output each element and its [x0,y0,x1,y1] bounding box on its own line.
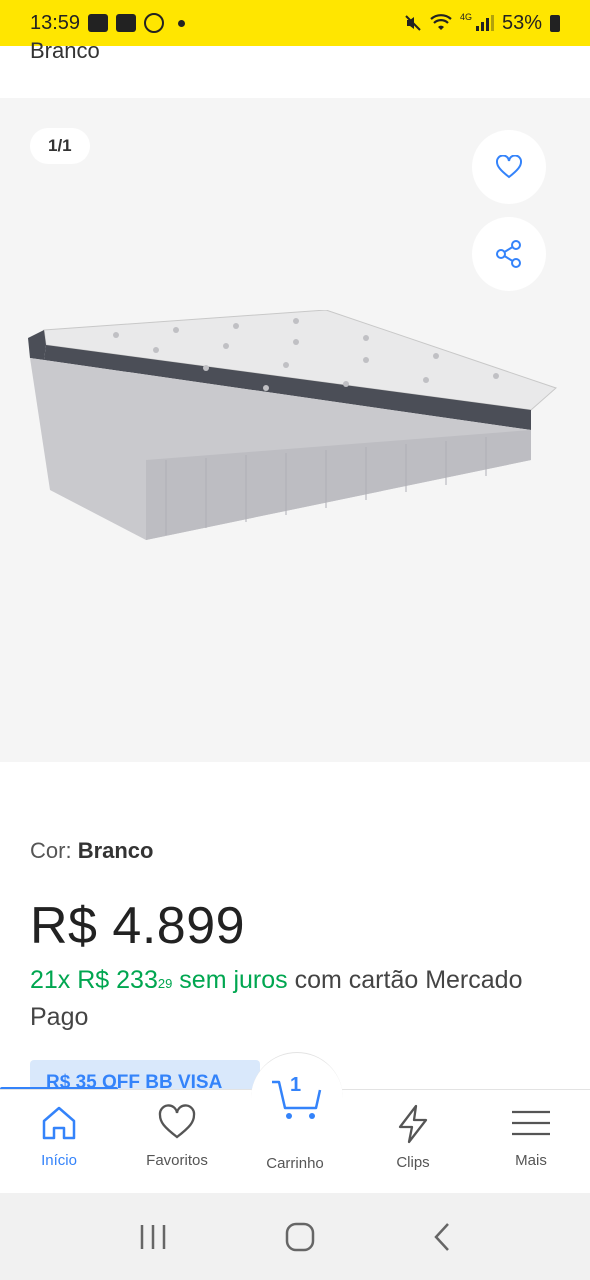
product-price: R$ 4.899 [30,897,246,955]
nav-label: Mais [515,1152,547,1169]
installment-no-interest: sem juros [172,966,288,994]
menu-icon [512,1110,550,1136]
nav-label: Início [41,1152,77,1169]
cart-count-badge: 1 [290,1074,302,1096]
heart-icon [158,1104,196,1139]
color-label: Cor: [30,838,72,863]
whatsapp-notification-icon [144,13,165,33]
signal-icon [475,15,494,31]
network-type: 4G [459,12,472,22]
nav-inicio[interactable]: Início [0,1090,118,1193]
nav-favoritos[interactable]: Favoritos [118,1090,236,1193]
product-gallery[interactable]: 1/1 [0,98,590,762]
system-nav-bar [0,1193,590,1280]
installment-amount: 21x R$ 23329 sem juros [30,966,288,994]
installments-text: 21x R$ 23329 sem juros com cartão Mercad… [30,962,550,1036]
nav-label: Favoritos [146,1152,208,1169]
nav-mais[interactable]: Mais [472,1090,590,1193]
product-title-fragment: Branco [30,38,100,63]
back-icon[interactable] [432,1222,452,1252]
more-notifications-dot-icon [178,19,186,27]
battery-percent: 53% [501,11,542,34]
mute-icon [405,15,421,31]
promo-badge[interactable]: R$ 35 OFF BB VISA [30,1060,260,1090]
color-line: Cor: Branco [30,838,153,864]
installment-cents: 29 [157,976,173,991]
home-icon [42,1106,76,1140]
product-image [28,310,557,540]
wifi-icon [430,14,452,30]
share-icon [496,240,521,268]
youtube-notification-icon [116,14,137,32]
home-button-icon[interactable] [285,1222,315,1252]
color-value: Branco [77,838,154,863]
lightning-icon [398,1104,428,1144]
gallery-notification-icon [88,14,109,32]
nav-label: Clips [396,1154,430,1171]
recent-apps-icon[interactable] [138,1223,168,1251]
favorite-button[interactable] [472,130,546,204]
heart-icon [496,155,522,179]
share-button[interactable] [472,217,546,291]
gallery-counter: 1/1 [30,128,90,164]
status-time: 13:59 [30,11,81,34]
battery-icon [550,14,560,32]
nav-clips[interactable]: Clips [354,1090,472,1193]
cart-button[interactable] [251,1052,343,1144]
